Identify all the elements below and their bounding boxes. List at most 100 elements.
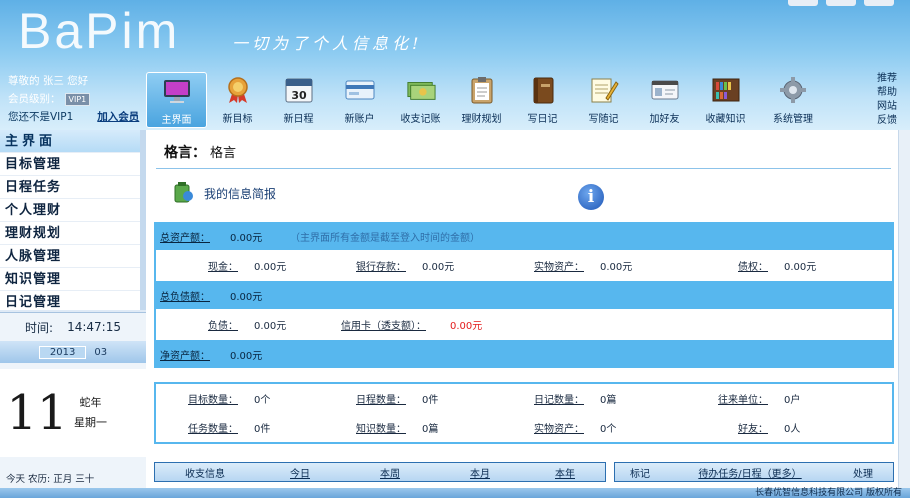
nav-item-schedule[interactable]: 日程任务 [0, 176, 145, 199]
monitor-icon [162, 77, 192, 105]
link-help[interactable]: 帮助 [870, 86, 904, 100]
income-expense-header: 收支信息 今日 本周 本月 本年 [154, 462, 606, 482]
nav-item-finance[interactable]: 个人理财 [0, 199, 145, 222]
toolbar-home[interactable]: 主界面 [146, 72, 207, 128]
copyright: 长春优智信息科技有限公司 版权所有 [755, 488, 902, 498]
toolbar-system-settings[interactable]: 系统管理 [756, 72, 830, 128]
left-nav: 主界面 目标管理 日程任务 个人理财 理财规划 人脉管理 知识管理 日记管理 [0, 130, 146, 310]
income-week[interactable]: 本周 [345, 465, 435, 480]
schedule-count-label[interactable]: 日程数量： [326, 391, 406, 406]
knowledge-count-value: 0篇 [422, 424, 439, 435]
knowledge-count-label[interactable]: 知识数量： [326, 420, 406, 435]
nav-item-finance-plan[interactable]: 理财规划 [0, 222, 145, 245]
tasks-more-link[interactable]: 待办任务/日程（更多） [665, 465, 835, 480]
main-scrollbar[interactable] [898, 130, 910, 488]
nav-item-contacts[interactable]: 人脉管理 [0, 245, 145, 268]
info-icon[interactable]: i [578, 184, 604, 210]
total-assets-label[interactable]: 总资产额： [160, 229, 230, 244]
app-logo: BaPim [18, 3, 181, 59]
tasks-handle: 处理 [853, 468, 873, 480]
vip-badge: VIP1 [64, 92, 91, 106]
total-liabilities-label[interactable]: 总负债额： [160, 288, 230, 303]
total-assets-note: （主界面所有金额是截至登入时间的金额） [290, 232, 480, 244]
nav-item-goals[interactable]: 目标管理 [0, 153, 145, 176]
friend-count-label[interactable]: 好友： [684, 420, 768, 435]
info-title: 我的信息简报 [204, 187, 277, 201]
liabilities-label[interactable]: 负债： [156, 317, 238, 332]
window-controls [788, 0, 908, 8]
total-liabilities-value: 0.00元 [230, 291, 263, 303]
diary-count-label[interactable]: 日记数量： [504, 391, 584, 406]
toolbar-new-goal[interactable]: 新目标 [207, 72, 268, 128]
net-assets-value: 0.00元 [230, 350, 263, 362]
credit-claims-value: 0.00元 [784, 262, 817, 273]
minimize-button[interactable] [788, 0, 818, 6]
physical-assets-label[interactable]: 实物资产： [504, 258, 584, 273]
cash-label[interactable]: 现金： [156, 258, 238, 273]
physical-assets-value: 0.00元 [600, 262, 633, 273]
friend-count-value: 0人 [784, 424, 801, 435]
date-bar: 2013 03 [0, 341, 146, 363]
partner-count-label[interactable]: 往来单位： [684, 391, 768, 406]
diary-count-value: 0篇 [600, 395, 617, 406]
info-header: 我的信息简报 [172, 180, 276, 207]
user-level-label: 会员级别： [8, 93, 61, 105]
income-year[interactable]: 本年 [525, 465, 605, 480]
notepad-pencil-icon [589, 76, 619, 104]
clock-panel: 时间: 14:47:15 2013 03 11 蛇年 星期一 今天 农历: 正月… [0, 312, 146, 498]
liabilities-detail-row: 负债： 0.00元 信用卡（透支额）： 0.00元 [154, 309, 894, 340]
toolbar-label: 新目标 [222, 114, 253, 125]
toolbar-label: 主界面 [161, 115, 192, 126]
toolbar-label: 新日程 [283, 114, 314, 125]
maximize-button[interactable] [826, 0, 856, 6]
toolbar-add-friend[interactable]: 加好友 [634, 72, 695, 128]
credit-card-value: 0.00元 [450, 321, 483, 332]
toolbar-label: 写日记 [527, 114, 558, 125]
toolbar-label: 收支记账 [400, 114, 441, 125]
schedule-count-value: 0件 [422, 395, 439, 406]
motto-value: 格言 [210, 146, 237, 161]
toolbar-income-expense[interactable]: 收支记账 [390, 72, 451, 128]
toolbar-write-note[interactable]: 写随记 [573, 72, 634, 128]
toolbar-label: 收藏知识 [705, 114, 746, 125]
toolbar-save-knowledge[interactable]: 收藏知识 [695, 72, 756, 128]
app-header: BaPim 一切为了个人信息化! 尊敬的 张三 您好 会员级别： VIP1 您还… [0, 0, 910, 130]
bank-deposit-label[interactable]: 银行存款： [326, 258, 406, 273]
toolbar-label: 系统管理 [773, 114, 813, 125]
link-feedback[interactable]: 反馈 [870, 114, 904, 128]
nav-item-home[interactable]: 主界面 [0, 130, 145, 153]
income-month[interactable]: 本月 [435, 465, 525, 480]
nav-item-diary[interactable]: 日记管理 [0, 291, 145, 310]
close-button[interactable] [864, 0, 894, 6]
zodiac-year: 蛇年 [79, 396, 102, 409]
nav-item-knowledge[interactable]: 知识管理 [0, 268, 145, 291]
credit-card-label[interactable]: 信用卡（透支额）： [326, 317, 426, 332]
link-recommend[interactable]: 推荐 [870, 72, 904, 86]
main-toolbar: 主界面 新目标 30 新日程 新账户 收支记账 理财规划 写日记 写随记 加好友… [146, 72, 830, 128]
toolbar-new-account[interactable]: 新账户 [329, 72, 390, 128]
toolbar-finance-plan[interactable]: 理财规划 [451, 72, 512, 128]
main-panel: 格言： 格言 我的信息简报 i 总资产额： 0.00元 （主界面所有金额是截至登入… [146, 130, 910, 488]
svg-text:30: 30 [291, 89, 307, 102]
calendar-day: 11 蛇年 星期一 [0, 369, 146, 457]
net-assets-label[interactable]: 净资产额： [160, 347, 230, 362]
time-label: 时间: [25, 320, 54, 335]
motto-label: 格言： [164, 145, 206, 161]
cash-value: 0.00元 [254, 262, 287, 273]
income-today[interactable]: 今日 [255, 465, 345, 480]
toolbar-label: 理财规划 [461, 114, 502, 125]
bottom-panels: 收支信息 今日 本周 本月 本年 标记 待办任务/日程（更多） 处理 [154, 462, 894, 482]
toolbar-label: 写随记 [588, 114, 619, 125]
join-member-link[interactable]: 加入会员 [97, 108, 139, 126]
time-value: 14:47:15 [67, 320, 121, 334]
task-count-label[interactable]: 任务数量： [156, 420, 238, 435]
day-details: 蛇年 星期一 [74, 393, 107, 433]
tasks-mark: 标记 [630, 468, 650, 480]
side-links: 推荐 帮助 网站 反馈 [870, 72, 904, 128]
physical-count-label[interactable]: 实物资产： [504, 420, 584, 435]
toolbar-new-schedule[interactable]: 30 新日程 [268, 72, 329, 128]
link-website[interactable]: 网站 [870, 100, 904, 114]
credit-claims-label[interactable]: 债权： [684, 258, 768, 273]
goal-count-label[interactable]: 目标数量： [156, 391, 238, 406]
toolbar-write-diary[interactable]: 写日记 [512, 72, 573, 128]
